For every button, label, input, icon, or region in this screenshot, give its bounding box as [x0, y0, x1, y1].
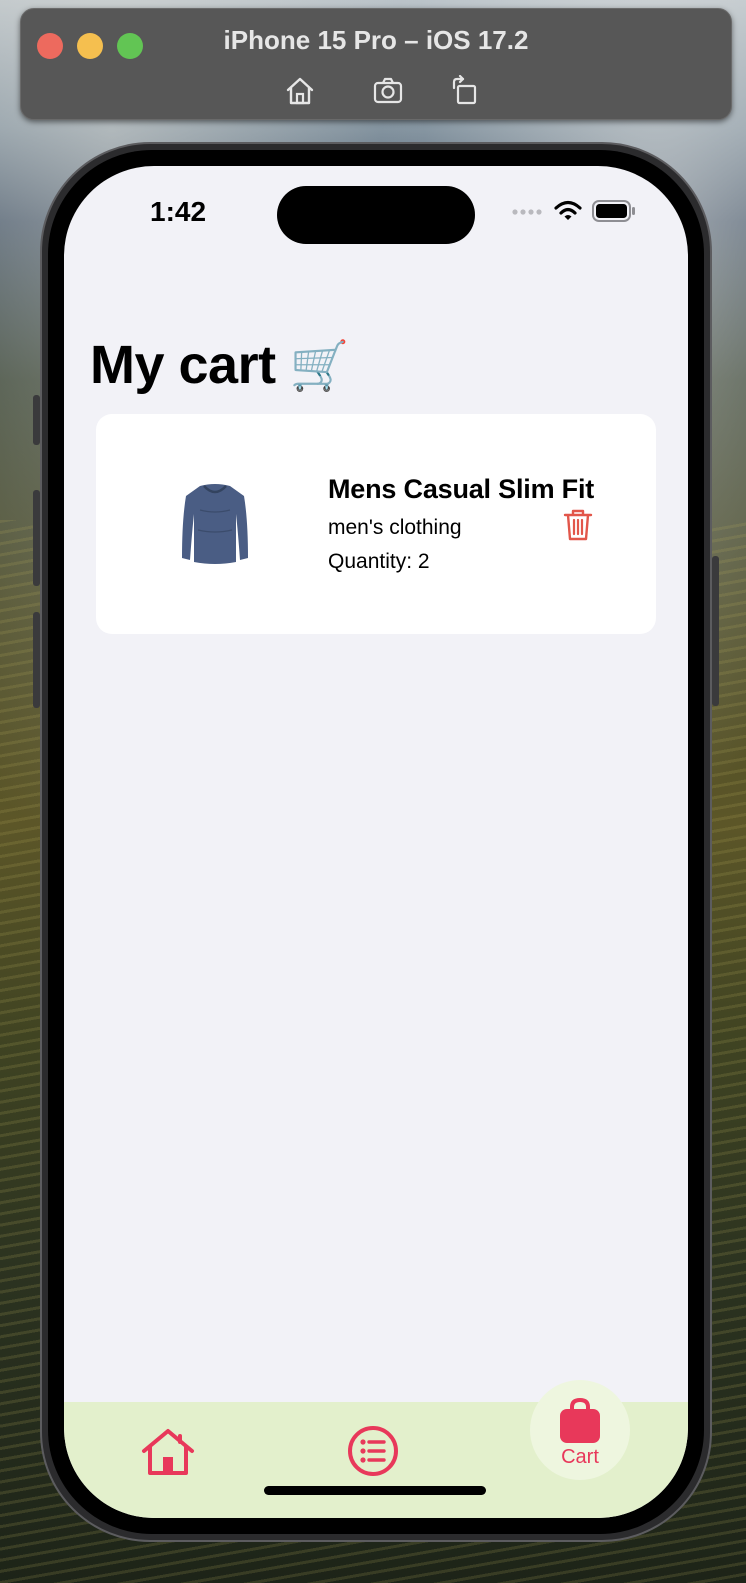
cellular-signal-icon — [512, 209, 542, 215]
status-icons — [512, 200, 636, 222]
product-category: men's clothing — [328, 516, 462, 539]
product-name: Mens Casual Slim Fit — [328, 474, 595, 504]
battery-icon — [592, 200, 635, 222]
rotate-icon — [452, 75, 477, 105]
page-title-text: My cart — [90, 335, 276, 395]
home-indicator[interactable] — [264, 1486, 486, 1495]
camera-icon — [373, 77, 403, 104]
cart-item-card: Mens Casual Slim Fit men's clothing Quan… — [96, 414, 656, 634]
simulator-toolbar: iPhone 15 Pro – iOS 17.2 — [20, 8, 732, 120]
tab-home[interactable] — [140, 1428, 196, 1476]
product-image — [182, 484, 248, 564]
house-icon — [142, 1429, 194, 1475]
volume-up-button — [33, 490, 40, 586]
page-title: My cart 🛒 — [90, 334, 349, 396]
screenshot-button[interactable] — [368, 71, 408, 111]
power-button — [712, 556, 719, 706]
phone-screen: 1:42 My cart 🛒 Mens Casual Slim Fit men'… — [64, 166, 688, 1518]
bag-icon — [560, 1398, 600, 1443]
volume-down-button — [33, 612, 40, 708]
tab-bar: Cart — [64, 1380, 688, 1518]
status-time: 1:42 — [150, 196, 207, 227]
tab-list[interactable] — [346, 1424, 400, 1478]
home-icon — [286, 77, 314, 105]
dynamic-island — [277, 186, 475, 244]
tab-cart[interactable]: Cart — [530, 1380, 630, 1480]
list-icon — [348, 1426, 398, 1476]
rotate-button[interactable] — [445, 71, 485, 111]
home-button[interactable] — [280, 71, 320, 111]
wifi-icon — [554, 200, 582, 220]
tab-cart-label: Cart — [561, 1446, 599, 1468]
cart-emoji: 🛒 — [289, 339, 350, 393]
delete-item-button[interactable] — [562, 508, 594, 542]
simulator-title: iPhone 15 Pro – iOS 17.2 — [223, 25, 529, 55]
trash-icon — [563, 509, 593, 541]
product-quantity: Quantity: 2 — [328, 550, 430, 573]
action-button — [33, 395, 40, 445]
